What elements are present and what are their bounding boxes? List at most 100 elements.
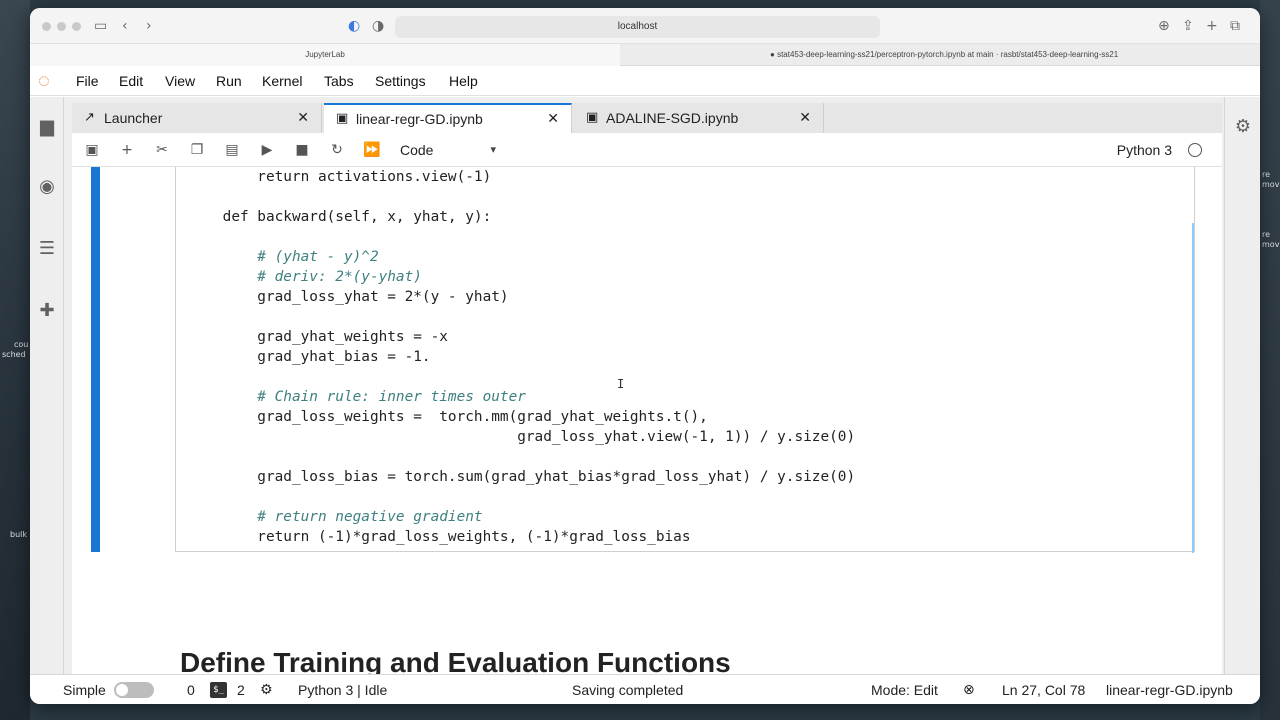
jupyter-logo-icon: ◌ xyxy=(38,70,50,92)
close-window-button[interactable] xyxy=(42,22,51,31)
code-line: grad_loss_weights = torch.mm(grad_yhat_w… xyxy=(188,409,708,425)
back-icon[interactable]: ‹ xyxy=(122,16,128,36)
terminal-icon[interactable]: $_ xyxy=(210,682,227,698)
browser-window: ▭ ‹ › ◐ ◑ localhost ⊕ ⇪ + ⧉ JupyterLab ●… xyxy=(30,8,1260,704)
tab-linear-regr-gd[interactable]: ▣ linear-regr-GD.ipynb ✕ xyxy=(324,103,572,133)
notebook-icon: ▣ xyxy=(336,111,349,126)
editor-focus-border xyxy=(1192,223,1194,553)
code-line: return (-1)*grad_loss_weights, (-1)*grad… xyxy=(188,529,691,545)
trusted-icon[interactable]: ⊗ xyxy=(963,675,975,704)
terminal-count[interactable]: 2 xyxy=(237,675,245,704)
kernel-status[interactable]: Python 3 | Idle xyxy=(298,675,387,704)
save-status: Saving completed xyxy=(572,682,684,698)
github-icon: ● xyxy=(770,50,778,59)
left-sidebar: ▆ ◉ ☰ ✚ xyxy=(30,97,64,674)
browser-toolbar: ▭ ‹ › ◐ ◑ localhost ⊕ ⇪ + ⧉ xyxy=(30,8,1260,44)
menu-view[interactable]: View xyxy=(165,66,195,96)
active-cell-indicator[interactable] xyxy=(91,167,100,552)
browser-tab-github[interactable]: ● stat453-deep-learning-ss21/perceptron-… xyxy=(770,44,1260,66)
zoom-window-button[interactable] xyxy=(72,22,81,31)
notebook-panel: return activations.view(-1) def backward… xyxy=(72,167,1222,674)
menu-settings[interactable]: Settings xyxy=(375,66,426,96)
menu-tabs[interactable]: Tabs xyxy=(324,66,354,96)
close-icon[interactable]: ✕ xyxy=(547,105,559,133)
address-bar[interactable]: localhost xyxy=(395,16,880,38)
menu-file[interactable]: File xyxy=(76,66,99,96)
text-cursor-icon: I xyxy=(617,377,624,391)
notebook-toolbar: ▣ + ✂ ❐ ▤ ▶ ■ ↻ ⏩ Code ▾ Python 3 xyxy=(72,133,1222,167)
desktop-label: mov xyxy=(1262,240,1280,249)
launcher-icon: ↗ xyxy=(84,110,95,125)
privacy-icon[interactable]: ◐ xyxy=(348,16,360,36)
chevron-down-icon: ▾ xyxy=(490,143,496,156)
stop-icon[interactable]: ■ xyxy=(292,140,312,160)
desktop-right xyxy=(1260,0,1280,720)
browser-tab-jupyterlab[interactable]: JupyterLab xyxy=(30,44,620,66)
restart-icon[interactable]: ↻ xyxy=(327,140,347,160)
cell-type-select[interactable]: Code ▾ xyxy=(400,138,496,162)
shield-icon[interactable]: ◑ xyxy=(372,16,384,36)
current-filename: linear-regr-GD.ipynb xyxy=(1106,682,1233,698)
close-icon[interactable]: ✕ xyxy=(297,103,309,133)
main-area: ▆ ◉ ☰ ✚ ⚙ ↗ Launcher ✕ ▣ linear-regr-GD.… xyxy=(30,97,1260,674)
code-line: grad_loss_yhat = 2*(y - yhat) xyxy=(188,289,509,305)
notebook-icon: ▣ xyxy=(586,110,599,125)
simple-mode-label: Simple xyxy=(63,682,106,698)
minimize-window-button[interactable] xyxy=(57,22,66,31)
close-icon[interactable]: ✕ xyxy=(799,103,811,133)
run-icon[interactable]: ▶ xyxy=(257,140,277,160)
code-line: grad_loss_bias = torch.sum(grad_yhat_bia… xyxy=(188,469,856,485)
tab-overview-icon[interactable]: ⧉ xyxy=(1230,16,1240,36)
copy-icon[interactable]: ❐ xyxy=(187,140,207,160)
download-icon[interactable]: ⊕ xyxy=(1158,16,1170,36)
code-line: # deriv: 2*(y-yhat) xyxy=(188,269,422,285)
code-line: # Chain rule: inner times outer xyxy=(188,389,526,405)
tab-launcher[interactable]: ↗ Launcher ✕ xyxy=(72,103,322,133)
code-line: # (yhat - y)^2 xyxy=(188,249,379,265)
code-line: grad_yhat_bias = -1. xyxy=(188,349,431,365)
menu-edit[interactable]: Edit xyxy=(119,66,143,96)
add-cell-icon[interactable]: + xyxy=(117,140,137,160)
menu-run[interactable]: Run xyxy=(216,66,242,96)
run-all-icon[interactable]: ⏩ xyxy=(362,140,382,160)
tab-adaline-sgd[interactable]: ▣ ADALINE-SGD.ipynb ✕ xyxy=(574,103,824,133)
desktop-label: bulk xyxy=(10,530,28,539)
toc-icon[interactable]: ☰ xyxy=(37,239,57,259)
document-tabs: ↗ Launcher ✕ ▣ linear-regr-GD.ipynb ✕ ▣ … xyxy=(72,103,1222,133)
forward-icon[interactable]: › xyxy=(146,16,152,36)
running-icon[interactable]: ◉ xyxy=(37,177,57,197)
kernel-name[interactable]: Python 3 xyxy=(1117,133,1172,167)
simple-mode-toggle[interactable] xyxy=(114,682,154,698)
desktop-label: re xyxy=(1262,230,1271,239)
cut-icon[interactable]: ✂ xyxy=(152,140,172,160)
cursor-position[interactable]: Ln 27, Col 78 xyxy=(1002,675,1085,704)
code-line: # return negative gradient xyxy=(188,509,483,525)
share-icon[interactable]: ⇪ xyxy=(1182,16,1194,36)
folder-icon[interactable]: ▆ xyxy=(37,117,57,137)
desktop-label: mov xyxy=(1262,180,1280,189)
code-content[interactable]: return activations.view(-1) def backward… xyxy=(188,167,1188,547)
menu-help[interactable]: Help xyxy=(449,66,478,96)
save-icon[interactable]: ▣ xyxy=(82,140,102,160)
new-tab-icon[interactable]: + xyxy=(1206,16,1218,36)
desktop-label: sched xyxy=(2,350,26,359)
menu-kernel[interactable]: Kernel xyxy=(262,66,302,96)
paste-icon[interactable]: ▤ xyxy=(222,140,242,160)
browser-tabs: JupyterLab ● stat453-deep-learning-ss21/… xyxy=(30,44,1260,66)
property-inspector-icon[interactable]: ⚙ xyxy=(1233,117,1253,137)
extension-icon[interactable]: ✚ xyxy=(37,301,57,321)
desktop-label: cou xyxy=(14,340,29,349)
code-line: def backward(self, x, yhat, y): xyxy=(188,209,492,225)
sidebar-icon[interactable]: ▭ xyxy=(94,16,107,36)
right-sidebar: ⚙ xyxy=(1224,97,1260,674)
code-line: grad_loss_yhat.view(-1, 1)) / y.size(0) xyxy=(188,429,856,445)
kernel-status-icon xyxy=(1188,143,1202,157)
cpu-icon[interactable]: ⚙ xyxy=(260,675,273,704)
menu-bar: ◌ File Edit View Run Kernel Tabs Setting… xyxy=(30,66,1260,96)
kernel-count[interactable]: 0 xyxy=(187,675,195,704)
